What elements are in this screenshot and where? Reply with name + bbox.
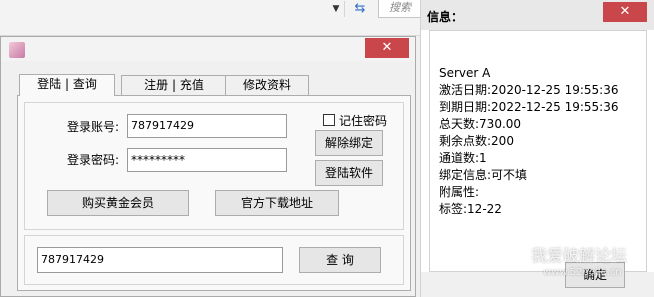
info-line-total-days: 总天数:730.00 — [439, 117, 522, 131]
dropdown-arrow-icon[interactable]: ▼ — [330, 1, 342, 17]
toolbar-divider — [344, 1, 345, 17]
password-label: 登录密码: — [67, 153, 120, 167]
info-line-tag: 标签:12-22 — [439, 202, 502, 216]
info-window: 信息： ✕ Server A 激活日期:2020-12-25 19:55:36 … — [420, 0, 654, 297]
account-label: 登录账号: — [67, 120, 120, 134]
unbind-button[interactable]: 解除绑定 — [315, 130, 383, 156]
info-title: 信息： — [427, 10, 464, 24]
tab-page: 登录账号: 787917429 登录密码: ********* 记住密码 解除绑… — [17, 95, 411, 291]
query-input[interactable]: 787917429 — [37, 247, 283, 273]
info-line-expiry-date: 到期日期:2022-12-25 19:55:36 — [439, 100, 619, 114]
official-download-button[interactable]: 官方下载地址 — [215, 190, 339, 216]
password-input[interactable]: ********* — [127, 148, 287, 172]
info-line-channel-count: 通道数:1 — [439, 151, 487, 165]
info-titlebar: 信息： ✕ — [421, 0, 654, 30]
info-line-activation-date: 激活日期:2020-12-25 19:55:36 — [439, 83, 619, 97]
buy-gold-member-button[interactable]: 购买黄金会员 — [47, 190, 189, 216]
info-line-binding-info: 绑定信息:可不填 — [439, 168, 528, 182]
info-line-remaining-points: 剩余点数:200 — [439, 134, 514, 148]
info-panel: Server A 激活日期:2020-12-25 19:55:36 到期日期:2… — [429, 30, 647, 272]
close-icon[interactable]: ✕ — [603, 2, 647, 22]
ok-button[interactable]: 确定 — [565, 262, 625, 288]
tab-register-recharge[interactable]: 注册 | 充值 — [121, 75, 227, 95]
close-icon[interactable]: ✕ — [365, 38, 409, 58]
login-window: ✕ 登陆 | 查询 注册 | 充值 修改资料 登录账号: 787917429 登… — [0, 36, 416, 297]
info-line-attribute: 附属性: — [439, 185, 480, 199]
login-button[interactable]: 登陆软件 — [315, 160, 383, 186]
remember-checkbox[interactable] — [323, 114, 335, 126]
browser-toolbar: ▼ ⇆ 搜索 — [0, 0, 422, 36]
refresh-icon[interactable]: ⇆ — [348, 0, 372, 18]
info-list: Server A 激活日期:2020-12-25 19:55:36 到期日期:2… — [439, 65, 619, 218]
login-titlebar: ✕ — [1, 37, 415, 61]
info-line-server: Server A — [439, 66, 491, 80]
login-content: 登陆 | 查询 注册 | 充值 修改资料 登录账号: 787917429 登录密… — [13, 64, 411, 294]
account-input[interactable]: 787917429 — [127, 114, 287, 138]
tab-login-query[interactable]: 登陆 | 查询 — [19, 74, 115, 96]
remember-label: 记住密码 — [339, 114, 388, 128]
app-logo-icon — [9, 42, 25, 58]
login-group: 登录账号: 787917429 登录密码: ********* 记住密码 解除绑… — [24, 102, 404, 230]
browser-search-input[interactable]: 搜索 — [378, 0, 422, 18]
query-group: 787917429 查 询 — [24, 235, 404, 285]
tab-modify-profile[interactable]: 修改资料 — [225, 75, 309, 95]
query-button[interactable]: 查 询 — [299, 247, 381, 273]
